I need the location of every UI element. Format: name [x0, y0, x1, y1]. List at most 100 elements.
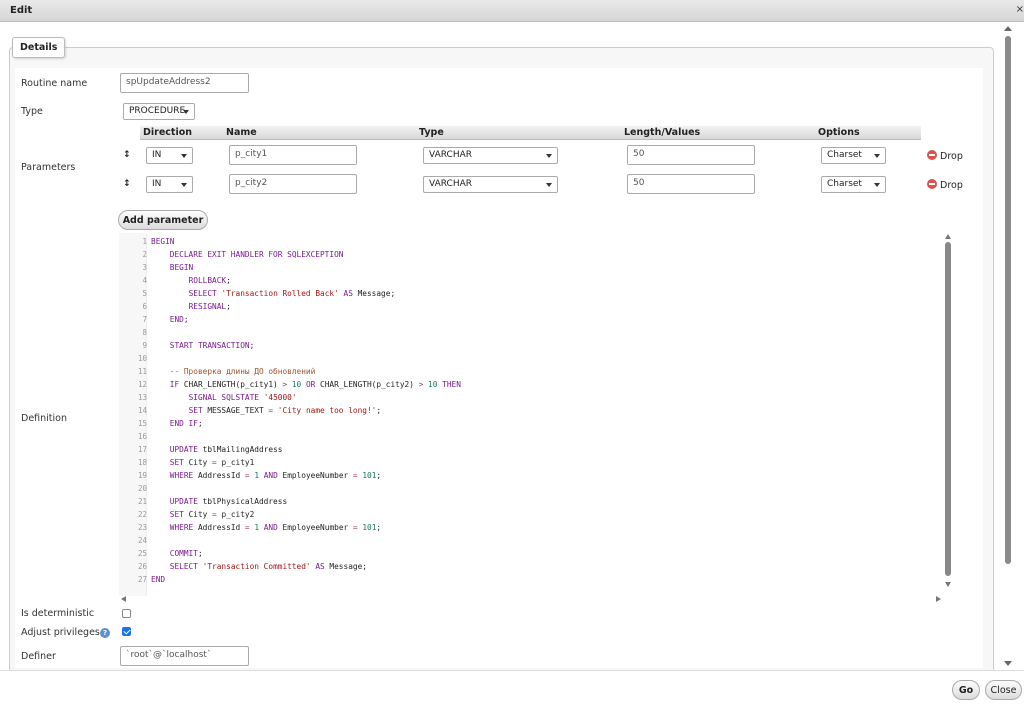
routine-name-label: Routine name [21, 78, 88, 89]
param-name-input[interactable]: p_city2 [229, 174, 357, 194]
dialog-vertical-scrollbar[interactable] [1003, 24, 1013, 669]
line-number: 18 [137, 458, 147, 467]
line-number: 1 [142, 237, 147, 246]
line-number: 4 [142, 276, 147, 285]
definer-label: Definer [21, 651, 56, 662]
code-line: WHERE AddressId = 1 AND EmployeeNumber =… [169, 471, 382, 480]
drop-parameter-button[interactable]: Drop [927, 150, 963, 162]
routine-name-input[interactable]: spUpdateAddress2 [120, 73, 249, 93]
deterministic-label: Is deterministic [21, 608, 95, 619]
header-options: Options [818, 127, 860, 138]
line-number: 10 [137, 354, 147, 363]
param-length-input[interactable]: 50 [627, 145, 755, 165]
line-number: 19 [137, 471, 147, 480]
code-line: UPDATE tblPhysicalAddress [169, 497, 288, 506]
code-line: BEGIN [151, 237, 175, 246]
line-number: 2 [142, 250, 147, 259]
dialog-title: Edit [10, 5, 33, 16]
code-line: RESIGNAL; [188, 302, 231, 311]
code-line: END; [169, 315, 189, 324]
param-direction-select[interactable]: IN [146, 176, 193, 193]
definer-input[interactable]: `root`@`localhost` [120, 646, 249, 666]
tab-details[interactable]: Details [12, 37, 66, 58]
code-line: SET City = p_city1 [169, 458, 255, 467]
param-name-input[interactable]: p_city1 [229, 145, 357, 165]
line-number: 11 [137, 367, 147, 376]
scroll-up-icon[interactable] [945, 234, 951, 239]
code-line: SET MESSAGE_TEXT = 'City name too long!'… [188, 406, 382, 415]
add-parameter-button[interactable]: Add parameter [118, 210, 208, 230]
param-type-select[interactable]: VARCHAR [423, 176, 558, 193]
drop-icon [927, 150, 937, 160]
close-icon[interactable]: × [1016, 4, 1024, 15]
dialog-footer [0, 670, 1024, 704]
header-direction: Direction [143, 127, 192, 138]
code-line: IF CHAR_LENGTH(p_city1) > 10 OR CHAR_LEN… [169, 380, 461, 389]
code-line: COMMIT; [169, 549, 203, 558]
drop-label: Drop [940, 180, 963, 191]
param-direction-select[interactable]: IN [146, 147, 193, 164]
line-number: 7 [142, 315, 147, 324]
scroll-left-icon[interactable] [121, 596, 126, 602]
parameters-label: Parameters [21, 162, 76, 173]
line-number: 5 [142, 289, 147, 298]
line-number: 21 [137, 497, 147, 506]
scroll-thumb[interactable] [1005, 36, 1011, 564]
line-number: 24 [137, 536, 147, 545]
header-name: Name [226, 127, 257, 138]
line-number: 3 [142, 263, 147, 272]
code-line: SELECT 'Transaction Rolled Back' AS Mess… [188, 289, 396, 298]
line-number: 8 [142, 328, 147, 337]
line-number: 20 [137, 484, 147, 493]
line-number: 27 [137, 575, 147, 584]
code-line: DECLARE EXIT HANDLER FOR SQLEXCEPTION [169, 250, 344, 259]
drop-parameter-button[interactable]: Drop [927, 179, 963, 191]
line-number: 13 [137, 393, 147, 402]
line-number: 22 [137, 510, 147, 519]
scroll-thumb[interactable] [945, 242, 951, 576]
code-line: SIGNAL SQLSTATE '45000' [188, 393, 297, 402]
line-number: 26 [137, 562, 147, 571]
param-options-select[interactable]: Charset [821, 147, 886, 164]
param-options-select[interactable]: Charset [821, 176, 886, 193]
scroll-right-icon[interactable] [936, 596, 941, 602]
header-type: Type [419, 127, 444, 138]
drag-handle-icon[interactable]: ↕ [123, 179, 131, 189]
line-number: 25 [137, 549, 147, 558]
code-line: BEGIN [169, 263, 194, 272]
adjust-privileges-checkbox[interactable] [122, 627, 131, 636]
type-label: Type [21, 106, 43, 117]
help-icon[interactable]: ? [100, 628, 110, 638]
scroll-up-icon[interactable] [1004, 26, 1012, 31]
definition-label: Definition [21, 413, 68, 424]
editor-vertical-scrollbar[interactable] [943, 233, 953, 599]
param-type-select[interactable]: VARCHAR [423, 147, 558, 164]
editor-horizontal-scrollbar[interactable] [119, 594, 953, 604]
code-line: ROLLBACK; [188, 276, 231, 285]
deterministic-checkbox[interactable] [122, 609, 131, 618]
drop-icon [927, 179, 937, 189]
code-line: SET City = p_city2 [169, 510, 255, 519]
code-line: UPDATE tblMailingAddress [169, 445, 283, 454]
type-select[interactable]: PROCEDURE [123, 103, 195, 120]
scroll-down-icon[interactable] [1004, 661, 1012, 666]
code-line: END [151, 575, 166, 584]
code-line: -- Проверка длины ДО обновлений [169, 367, 316, 376]
line-number: 15 [137, 419, 147, 428]
line-number: 16 [137, 432, 147, 441]
line-number: 6 [142, 302, 147, 311]
line-number: 23 [137, 523, 147, 532]
line-number: 9 [142, 341, 147, 350]
param-length-input[interactable]: 50 [627, 174, 755, 194]
header-length: Length/Values [624, 127, 701, 138]
scroll-down-icon[interactable] [945, 582, 951, 587]
go-button[interactable]: Go [952, 680, 980, 700]
close-button[interactable]: Close [985, 680, 1022, 700]
line-number: 17 [137, 445, 147, 454]
dialog-titlebar: Edit × [0, 0, 1024, 22]
code-line: WHERE AddressId = 1 AND EmployeeNumber =… [169, 523, 382, 532]
drag-handle-icon[interactable]: ↕ [123, 150, 131, 160]
code-line: END IF; [169, 419, 203, 428]
line-number: 14 [137, 406, 147, 415]
parameters-table-header: Direction Name Type Length/Values Option… [140, 126, 921, 140]
